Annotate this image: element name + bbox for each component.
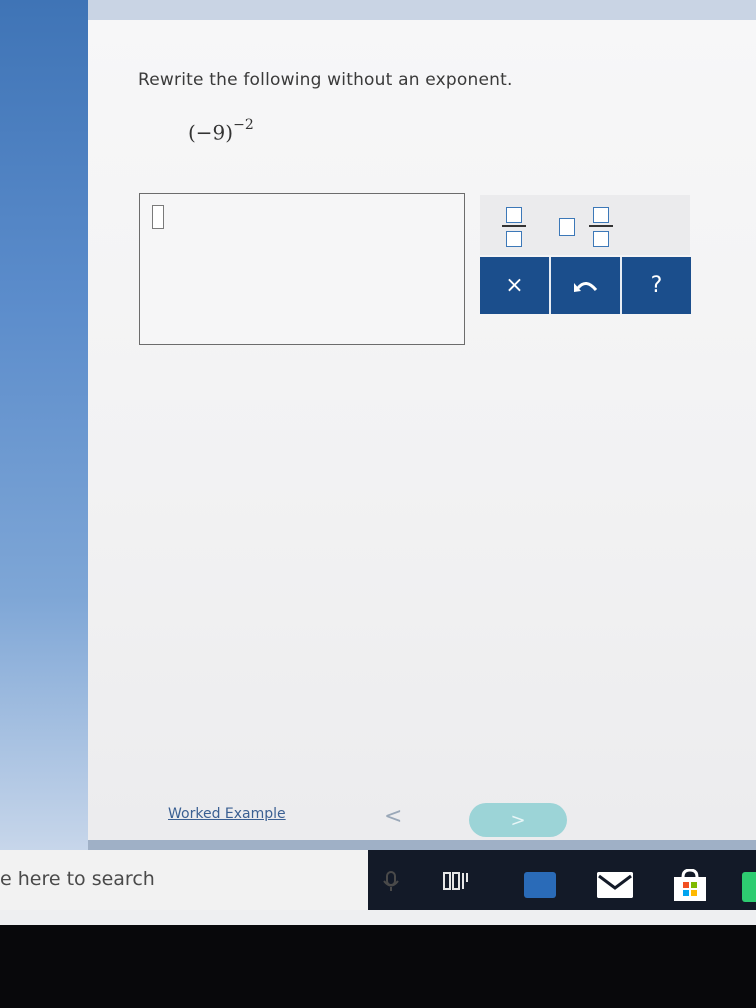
mixed-number-icon[interactable] <box>589 199 613 249</box>
microphone-icon[interactable] <box>380 870 402 892</box>
fraction-icon[interactable] <box>502 199 526 249</box>
screen: Rewrite the following without an exponen… <box>0 0 756 925</box>
mixed-number-whole-icon[interactable] <box>559 218 575 236</box>
math-expression: (−9)−2 <box>188 117 254 145</box>
help-button[interactable]: ? <box>622 257 691 314</box>
left-panel <box>0 0 88 850</box>
footer-divider <box>88 840 756 850</box>
clear-button[interactable]: × <box>480 257 551 314</box>
next-arrow-icon: > <box>510 809 526 831</box>
input-cursor-slot[interactable] <box>152 205 164 229</box>
undo-icon <box>573 281 597 292</box>
taskbar-search-box[interactable]: e here to search <box>0 850 368 910</box>
answer-toolbar: × ? <box>480 257 691 314</box>
question-prompt: Rewrite the following without an exponen… <box>138 70 513 90</box>
expression-exponent: −2 <box>233 117 254 133</box>
task-view-icon[interactable] <box>443 870 471 892</box>
previous-button[interactable]: < <box>384 804 402 829</box>
next-button[interactable]: > <box>469 803 567 837</box>
answer-input[interactable] <box>139 193 465 345</box>
monitor-bezel <box>0 925 756 1008</box>
top-header-strip <box>88 0 756 20</box>
taskbar-app-icon[interactable] <box>742 872 756 902</box>
file-explorer-icon[interactable] <box>524 872 556 898</box>
undo-button[interactable] <box>551 257 622 314</box>
worked-example-link[interactable]: Worked Example <box>168 806 286 822</box>
mail-icon[interactable] <box>597 872 633 898</box>
search-placeholder: e here to search <box>0 868 155 890</box>
taskbar: e here to search <box>0 850 756 910</box>
expression-base: (−9) <box>188 120 234 145</box>
store-icon[interactable] <box>672 869 708 901</box>
